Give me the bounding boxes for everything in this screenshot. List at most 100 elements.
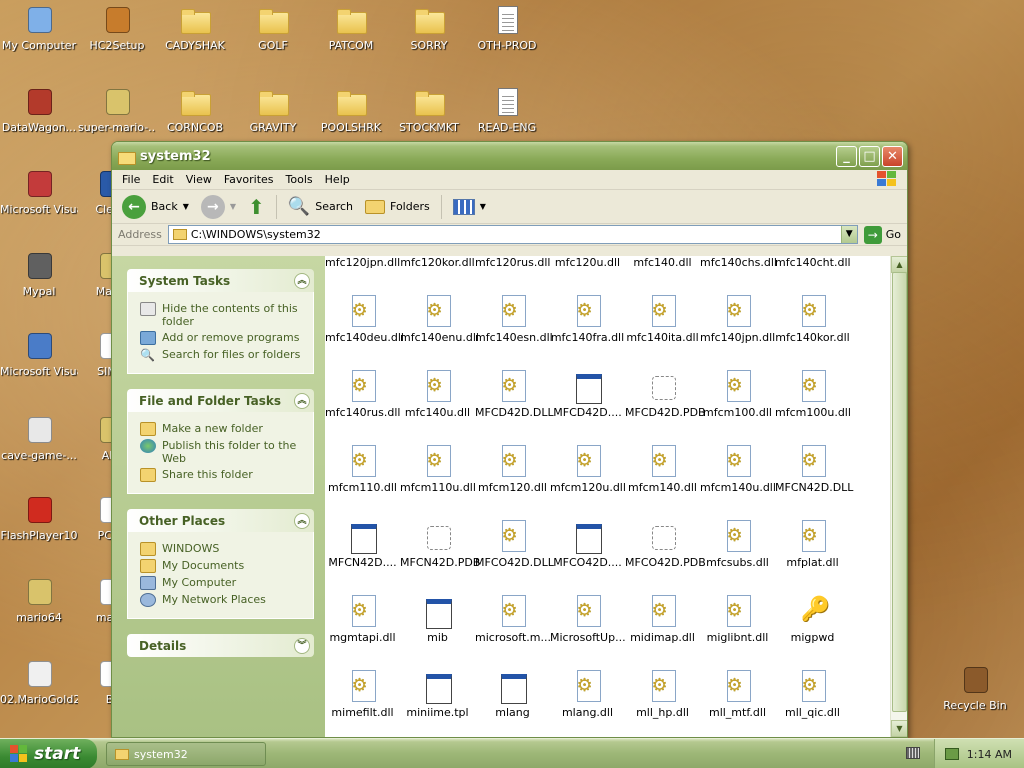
desktop-icon[interactable]: Recycle Bin: [936, 664, 1014, 712]
file-item[interactable]: mib: [400, 595, 475, 644]
back-button[interactable]: ← Back ▼: [118, 193, 193, 221]
desktop-icon[interactable]: SORRY: [390, 4, 468, 52]
file-item[interactable]: mfc140.dll: [625, 256, 700, 269]
desktop-icon[interactable]: READ-ENG: [468, 86, 546, 134]
file-item[interactable]: mfplat.dll: [775, 520, 850, 569]
file-item[interactable]: miniime.tpl: [400, 670, 475, 719]
clock[interactable]: 1:14 AM: [967, 748, 1012, 761]
chevron-down-icon[interactable]: ▼: [183, 202, 189, 211]
file-item[interactable]: mfc120jpn.dll: [325, 256, 400, 269]
file-item[interactable]: mfcm140.dll: [625, 445, 700, 494]
network-tray-icon[interactable]: [944, 748, 959, 760]
desktop-icon[interactable]: DataWagon...: [0, 86, 78, 134]
task-hide-contents[interactable]: Hide the contents of this folder: [140, 302, 307, 328]
file-item[interactable]: mfcm110.dll: [325, 445, 400, 494]
file-item[interactable]: MFCD42D....: [550, 370, 625, 419]
place-my-documents[interactable]: My Documents: [140, 559, 307, 573]
file-item[interactable]: MFCN42D.PDB: [400, 520, 480, 569]
file-item[interactable]: mgmtapi.dll: [325, 595, 400, 644]
file-item[interactable]: mfcsubs.dll: [700, 520, 775, 569]
views-button[interactable]: ▼: [449, 197, 490, 217]
menu-file[interactable]: File: [116, 171, 146, 188]
address-dropdown-icon[interactable]: ▼: [840, 226, 857, 243]
file-item[interactable]: mfc140cht.dll: [775, 256, 851, 269]
file-item[interactable]: MFCD42D.PDB: [625, 370, 706, 419]
file-item[interactable]: mimefilt.dll: [325, 670, 400, 719]
file-item[interactable]: mfc120rus.dll: [475, 256, 550, 269]
keyboard-icon[interactable]: [906, 747, 920, 759]
file-item[interactable]: mfc140ita.dll: [625, 295, 700, 344]
file-folder-tasks-header[interactable]: File and Folder Tasks ︽: [127, 389, 314, 412]
file-item[interactable]: migpwd: [775, 595, 850, 644]
folders-button[interactable]: Folders: [361, 198, 434, 216]
scrollbar-thumb[interactable]: [892, 272, 907, 712]
file-item[interactable]: MFCO42D.DLL: [475, 520, 554, 569]
file-item[interactable]: mlang.dll: [550, 670, 625, 719]
title-bar[interactable]: system32 _ □ ✕: [112, 142, 907, 170]
menu-favorites[interactable]: Favorites: [218, 171, 280, 188]
place-my-network[interactable]: My Network Places: [140, 593, 307, 607]
system-tasks-header[interactable]: System Tasks ︽: [127, 269, 314, 292]
go-button[interactable]: → Go: [863, 225, 901, 244]
desktop-icon[interactable]: CORNCOB: [156, 86, 234, 134]
file-item[interactable]: mfcm110u.dll: [400, 445, 476, 494]
file-item[interactable]: MFCN42D.DLL: [775, 445, 853, 494]
file-item[interactable]: miglibnt.dll: [700, 595, 775, 644]
file-item[interactable]: mfc140rus.dll: [325, 370, 400, 419]
desktop-icon[interactable]: PATCOM: [312, 4, 390, 52]
file-item[interactable]: mfc120u.dll: [550, 256, 625, 269]
file-item[interactable]: midimap.dll: [625, 595, 700, 644]
file-item[interactable]: mfc140enu.dll: [400, 295, 479, 344]
desktop-icon[interactable]: cave-game-...: [0, 414, 78, 462]
file-item[interactable]: MFCO42D....: [550, 520, 625, 569]
file-item[interactable]: mfc120kor.dll: [400, 256, 475, 269]
vertical-scrollbar[interactable]: ▲ ▼: [890, 256, 907, 737]
file-item[interactable]: microsoft.m...: [475, 595, 551, 644]
place-my-computer[interactable]: My Computer: [140, 576, 307, 590]
maximize-button[interactable]: □: [859, 145, 880, 167]
file-item[interactable]: MicrosoftUp...: [550, 595, 626, 644]
desktop-icon[interactable]: FlashPlayer10: [0, 494, 78, 542]
scroll-up-icon[interactable]: ▲: [891, 256, 907, 273]
menu-edit[interactable]: Edit: [146, 171, 179, 188]
desktop-icon[interactable]: HC2Setup: [78, 4, 156, 52]
file-item[interactable]: mll_mtf.dll: [700, 670, 775, 719]
collapse-icon[interactable]: ︽: [294, 392, 310, 409]
file-item[interactable]: mfcm140u.dll: [700, 445, 776, 494]
desktop-icon[interactable]: My Computer: [0, 4, 78, 52]
other-places-header[interactable]: Other Places ︽: [127, 509, 314, 532]
file-item[interactable]: mfc140kor.dll: [775, 295, 850, 344]
file-item[interactable]: mfc140chs.dll: [700, 256, 777, 269]
minimize-button[interactable]: _: [836, 145, 857, 167]
collapse-icon[interactable]: ︽: [294, 512, 310, 529]
file-item[interactable]: mfcm100u.dll: [775, 370, 851, 419]
close-button[interactable]: ✕: [882, 145, 903, 167]
expand-icon[interactable]: ︾: [294, 637, 310, 654]
menu-view[interactable]: View: [180, 171, 218, 188]
file-item[interactable]: MFCN42D....: [325, 520, 400, 569]
desktop-icon[interactable]: GRAVITY: [234, 86, 312, 134]
desktop-icon[interactable]: OTH-PROD: [468, 4, 546, 52]
file-item[interactable]: mfc140esn.dll: [475, 295, 553, 344]
forward-button[interactable]: → ▼: [197, 193, 240, 221]
desktop-icon[interactable]: Microsoft Visual C++ 6.0: [0, 168, 78, 216]
desktop-icon[interactable]: super-mario-...: [78, 86, 156, 134]
task-search-files[interactable]: 🔍 Search for files or folders: [140, 348, 307, 362]
menu-help[interactable]: Help: [319, 171, 356, 188]
desktop-icon[interactable]: Mypal: [0, 250, 78, 298]
up-folder-button[interactable]: ⬆: [244, 193, 269, 221]
file-item[interactable]: MFCO42D.PDB: [625, 520, 706, 569]
file-item[interactable]: mlang: [475, 670, 550, 719]
file-item[interactable]: mfc140fra.dll: [550, 295, 625, 344]
file-item[interactable]: mfcm120.dll: [475, 445, 550, 494]
desktop-icon[interactable]: mario64: [0, 576, 78, 624]
scroll-down-icon[interactable]: ▼: [891, 720, 907, 737]
details-header[interactable]: Details ︾: [127, 634, 314, 657]
desktop-icon[interactable]: GOLF: [234, 4, 312, 52]
file-item[interactable]: mfc140u.dll: [400, 370, 475, 419]
task-add-remove-programs[interactable]: Add or remove programs: [140, 331, 307, 345]
file-item[interactable]: mll_hp.dll: [625, 670, 700, 719]
taskbar-item-system32[interactable]: system32: [106, 742, 266, 766]
task-share-folder[interactable]: Share this folder: [140, 468, 307, 482]
file-item[interactable]: mfc140deu.dll: [325, 295, 404, 344]
